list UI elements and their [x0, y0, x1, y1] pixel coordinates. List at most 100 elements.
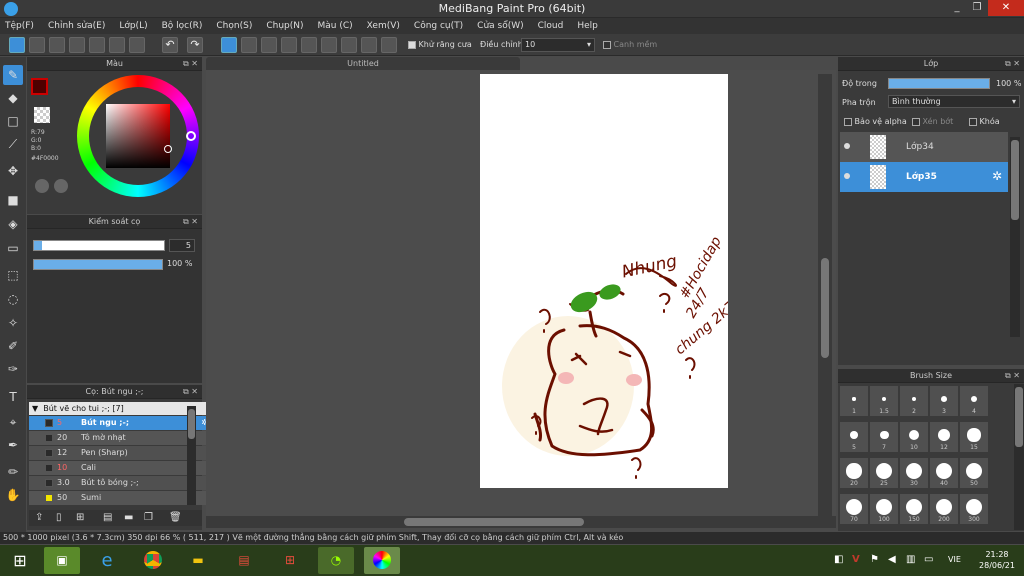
layer-row[interactable]: Lớp34 — [840, 132, 1008, 162]
folder-icon[interactable]: ▬ — [180, 547, 216, 574]
brush-size-option[interactable]: 1 — [840, 386, 868, 416]
maximize-button[interactable]: ❐ — [966, 0, 988, 16]
brush-item[interactable]: 5 Bút ngu ;-; ✲ — [29, 416, 212, 430]
page-icon[interactable] — [89, 37, 105, 53]
brush-size-option[interactable]: 5 — [840, 422, 868, 452]
panel-close-icon[interactable]: ⧉ ✕ — [1005, 57, 1020, 71]
menu-layer[interactable]: Lớp(L) — [119, 21, 147, 31]
palette-settings-icon[interactable] — [54, 179, 68, 193]
brush-size-option[interactable]: 25 — [870, 458, 898, 488]
medibang-task-icon[interactable]: ◔ — [318, 547, 354, 574]
menu-filter[interactable]: Bộ lọc(R) — [162, 21, 203, 31]
brush-item[interactable]: 50 Sumi — [29, 491, 212, 505]
lasso-icon[interactable]: ◌ — [3, 289, 23, 309]
brush-size-option[interactable]: 20 — [840, 458, 868, 488]
language-indicator[interactable]: VIE — [948, 555, 961, 564]
color-wheel[interactable] — [77, 75, 199, 197]
dot-tool-icon[interactable]: □ — [3, 111, 23, 131]
circle-snap-icon[interactable] — [321, 37, 337, 53]
layer-opacity-slider[interactable] — [888, 78, 990, 89]
brush-list-scrollbar[interactable] — [187, 406, 196, 505]
brush-opacity-slider[interactable] — [33, 259, 163, 270]
menu-snap[interactable]: Chụp(N) — [266, 21, 303, 31]
menu-help[interactable]: Help — [577, 21, 598, 31]
lock-toggle[interactable]: Khóa — [969, 117, 1000, 126]
radial-snap-icon[interactable] — [301, 37, 317, 53]
foreground-color[interactable] — [31, 78, 48, 95]
shape-tool-icon[interactable]: ■ — [3, 190, 23, 210]
menu-cloud[interactable]: Cloud — [538, 21, 564, 31]
ie-icon[interactable]: e — [89, 547, 125, 574]
chrome-icon[interactable] — [135, 547, 171, 574]
trash-icon[interactable]: 🗑 — [169, 512, 182, 523]
brush-size-option[interactable]: 300 — [960, 494, 988, 524]
palette-icon[interactable] — [35, 179, 49, 193]
duplicate-icon[interactable]: ▤ — [103, 512, 112, 523]
magic-wand-icon[interactable]: ✧ — [3, 313, 23, 333]
share-icon[interactable] — [29, 37, 45, 53]
network-icon[interactable]: ▥ — [906, 554, 915, 565]
ellipse-snap-icon[interactable] — [361, 37, 377, 53]
protect-alpha-toggle[interactable]: Bảo vệ alpha — [844, 117, 907, 126]
brush-item[interactable]: 12 Pen (Sharp) — [29, 446, 212, 460]
tray-v-icon[interactable]: V — [852, 554, 860, 565]
protect-alpha-checkbox[interactable] — [844, 117, 852, 126]
snap-off-icon[interactable] — [221, 37, 237, 53]
chat-icon[interactable] — [69, 37, 85, 53]
antialias-toggle[interactable]: Khử răng cưa — [408, 40, 472, 49]
panel-close-icon[interactable]: ⧉ ✕ — [183, 215, 198, 229]
panel-close-icon[interactable]: ⧉ ✕ — [1005, 369, 1020, 383]
clipping-toggle[interactable]: Xén bớt — [912, 117, 953, 126]
menu-select[interactable]: Chọn(S) — [216, 21, 252, 31]
brush-size-option[interactable]: 100 — [870, 494, 898, 524]
brush-size-option[interactable]: 30 — [900, 458, 928, 488]
battery-icon[interactable]: ▭ — [924, 554, 933, 565]
hand-tool-icon[interactable]: ✋ — [3, 485, 23, 505]
close-button[interactable]: ✕ — [988, 0, 1024, 16]
brush-size-option[interactable]: 3 — [930, 386, 958, 416]
tray-app-icon[interactable]: ◧ — [834, 554, 843, 565]
layer-scrollbar[interactable] — [1010, 137, 1020, 337]
brush-size-option[interactable]: 70 — [840, 494, 868, 524]
add-brush-icon[interactable]: ⊞ — [76, 512, 84, 523]
menu-edit[interactable]: Chỉnh sửa(E) — [48, 21, 105, 31]
edge-toggle[interactable]: Canh mềm — [603, 40, 657, 49]
select-rect-icon[interactable]: ⬚ — [3, 265, 23, 285]
brush-size-option[interactable]: 200 — [930, 494, 958, 524]
panel-close-icon[interactable]: ⧉ ✕ — [183, 57, 198, 71]
brush-size-option[interactable]: 50 — [960, 458, 988, 488]
volume-icon[interactable]: ◀ — [888, 554, 896, 565]
line-tool-icon[interactable]: ⟋ — [3, 134, 23, 154]
select-eraser-icon[interactable]: ✑ — [3, 359, 23, 379]
horizontal-scrollbar[interactable] — [206, 516, 836, 528]
brush-size-option[interactable]: 15 — [960, 422, 988, 452]
fill-tool-icon[interactable]: ◈ — [3, 214, 23, 234]
drawing-canvas[interactable]: Nhung #Hocidap 24/7 chung 2k7 — [480, 74, 739, 488]
snap-settings-icon[interactable] — [381, 37, 397, 53]
brush-size-value[interactable]: 5 — [169, 239, 195, 252]
panel-close-icon[interactable]: ⧉ ✕ — [183, 385, 198, 399]
saturation-square[interactable] — [106, 104, 170, 168]
hue-handle[interactable] — [186, 131, 196, 141]
brush-tool-icon[interactable]: ✎ — [3, 65, 23, 85]
redo-icon[interactable]: ↷ — [187, 37, 203, 53]
brush-size-slider[interactable] — [33, 240, 165, 251]
grid-icon[interactable] — [129, 37, 145, 53]
eraser-tool-icon[interactable]: ◆ — [3, 88, 23, 108]
medibang-active-icon[interactable] — [364, 547, 400, 574]
flag-icon[interactable]: ⚑ — [870, 554, 879, 565]
brush-size-option[interactable]: 2 — [900, 386, 928, 416]
menu-color[interactable]: Màu (C) — [318, 21, 353, 31]
undo-icon[interactable]: ↶ — [162, 37, 178, 53]
menu-view[interactable]: Xem(V) — [367, 21, 400, 31]
clipping-checkbox[interactable] — [912, 117, 920, 126]
brush-group[interactable]: ▼ Bút vẽ cho tui ;-; [7] — [29, 402, 212, 415]
operation-tool-icon[interactable]: ✒ — [3, 435, 23, 455]
sv-handle[interactable] — [164, 145, 172, 153]
blend-select[interactable]: Bình thường ▾ — [888, 95, 1020, 108]
brush-size-scrollbar[interactable] — [1014, 384, 1024, 530]
brush-item[interactable]: 20 Tô mờ nhạt — [29, 431, 212, 445]
menu-window[interactable]: Cửa sổ(W) — [477, 21, 523, 31]
list-icon[interactable] — [109, 37, 125, 53]
clock[interactable]: 21:28 28/06/21 — [976, 549, 1018, 571]
